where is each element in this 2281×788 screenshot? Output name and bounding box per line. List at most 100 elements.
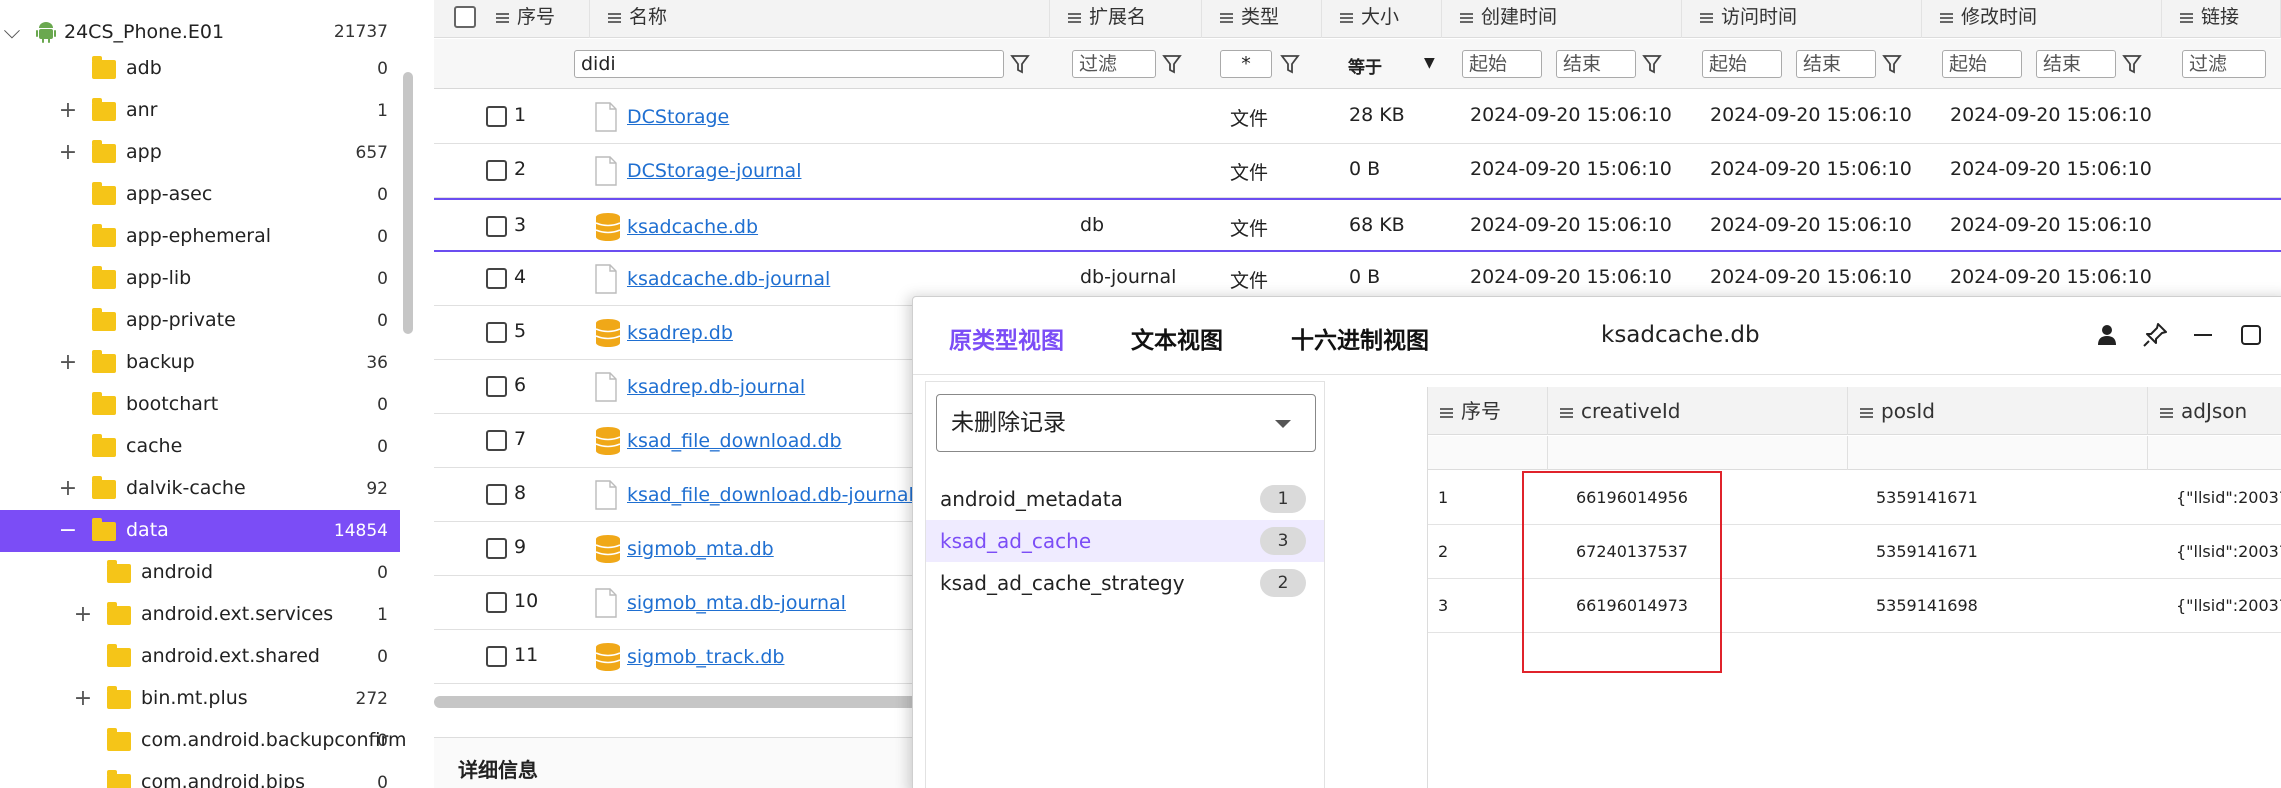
type-filter-input[interactable]: * [1220,50,1272,78]
tree-item[interactable]: app-private 0 [0,300,400,342]
filter-icon[interactable] [2122,53,2142,75]
size-operator-select[interactable]: 等于 [1348,53,1382,78]
row-checkbox[interactable] [486,430,507,451]
menu-icon[interactable] [2180,11,2193,25]
file-name-link[interactable]: ksadrep.db-journal [627,376,805,398]
menu-icon[interactable] [1340,11,1353,25]
file-name-link[interactable]: DCStorage [627,106,729,128]
tree-root[interactable]: ⌵ 24CS_Phone.E01 21737 [0,11,400,53]
row-checkbox[interactable] [486,646,507,667]
row-checkbox[interactable] [486,322,507,343]
file-name-link[interactable]: ksad_file_download.db [627,430,842,452]
row-checkbox[interactable] [486,106,507,127]
column-header-modified[interactable]: 修改时间 [1922,0,2162,38]
tree-item[interactable]: adb 0 [0,48,400,90]
file-name-link[interactable]: sigmob_mta.db [627,538,774,560]
tree-item[interactable]: com.android.bips 0 [0,762,400,788]
name-filter-input[interactable]: didi [574,50,1004,78]
record-row[interactable]: 2 67240137537 5359141671 {"llsid":200379 [1428,525,2281,579]
caret-down-icon[interactable]: ▼ [1424,55,1435,71]
column-header-adjson[interactable]: adJson [2148,387,2281,435]
record-row[interactable]: 3 66196014973 5359141698 {"llsid":200379 [1428,579,2281,633]
accessed-start-input[interactable]: 起始 [1702,50,1782,78]
menu-icon[interactable] [1460,11,1473,25]
table-list-item[interactable]: ksad_ad_cache 3 [926,520,1324,562]
table-row[interactable]: 1 DCStorage 文件 28 KB 2024-09-20 15:06:10 2024… [434,90,2281,144]
record-filter-dropdown[interactable]: 未删除记录 [936,394,1316,452]
minimize-icon[interactable] [2189,321,2217,349]
expand-icon[interactable]: + [73,594,93,636]
expand-icon[interactable]: + [58,468,78,510]
expand-icon[interactable]: + [58,342,78,384]
record-row[interactable]: 1 66196014956 5359141671 {"llsid":200379 [1428,471,2281,525]
row-checkbox[interactable] [486,160,507,181]
menu-icon[interactable] [1940,11,1953,25]
chevron-down-icon[interactable]: ⌵ [2,11,22,53]
tree-item[interactable]: + app 657 [0,132,400,174]
column-header-creativeid[interactable]: creativeId [1548,387,1848,435]
menu-icon[interactable] [1220,11,1233,25]
pin-icon[interactable] [2141,321,2169,349]
row-checkbox[interactable] [486,538,507,559]
menu-icon[interactable] [1860,406,1873,420]
table-list-item[interactable]: android_metadata 1 [926,478,1324,520]
tree-item[interactable]: bootchart 0 [0,384,400,426]
created-end-input[interactable]: 结束 [1556,50,1636,78]
collapse-icon[interactable]: − [58,510,78,552]
row-checkbox[interactable] [486,592,507,613]
tree-item[interactable]: + bin.mt.plus 272 [0,678,400,720]
filter-cell[interactable] [1428,436,1548,470]
column-header-created[interactable]: 创建时间 [1442,0,1682,38]
expand-icon[interactable]: + [58,132,78,174]
file-name-link[interactable]: ksadrep.db [627,322,733,344]
maximize-icon[interactable] [2237,321,2265,349]
file-name-link[interactable]: sigmob_mta.db-journal [627,592,846,614]
horizontal-scrollbar[interactable] [434,696,934,708]
expand-icon[interactable]: + [73,678,93,720]
expand-icon[interactable]: + [58,90,78,132]
column-header-posid[interactable]: posId [1848,387,2148,435]
table-list-item[interactable]: ksad_ad_cache_strategy 2 [926,562,1324,604]
filter-cell[interactable] [1548,436,1848,470]
file-name-link[interactable]: sigmob_track.db [627,646,784,668]
menu-icon[interactable] [1700,11,1713,25]
tree-scrollbar[interactable] [403,72,413,334]
menu-icon[interactable] [496,11,509,25]
filter-cell[interactable] [1848,436,2148,470]
menu-icon[interactable] [608,11,621,25]
menu-icon[interactable] [1068,11,1081,25]
tab-text-view[interactable]: 文本视图 [1131,321,1223,355]
tree-item[interactable]: app-ephemeral 0 [0,216,400,258]
menu-icon[interactable] [1560,406,1573,420]
column-header-index[interactable]: 序号 [478,0,590,38]
file-name-link[interactable]: ksad_file_download.db-journal [627,484,914,506]
tab-native-view[interactable]: 原类型视图 [949,321,1064,355]
column-header-type[interactable]: 类型 [1202,0,1322,38]
tree-item[interactable]: + backup 36 [0,342,400,384]
created-start-input[interactable]: 起始 [1462,50,1542,78]
filter-icon[interactable] [1882,53,1902,75]
select-all-checkbox[interactable] [454,6,476,28]
column-header-link[interactable]: 链接 [2162,0,2281,38]
filter-icon[interactable] [1010,53,1030,75]
tree-item[interactable]: app-asec 0 [0,174,400,216]
tree-item[interactable]: cache 0 [0,426,400,468]
column-header-name[interactable]: 名称 [590,0,1050,38]
table-row[interactable]: 2 DCStorage-journal 文件 0 B 2024-09-20 15:06:… [434,144,2281,198]
tree-item[interactable]: com.android.backupconfirm 0 [0,720,407,762]
extension-filter-input[interactable]: 过滤 [1072,50,1156,78]
column-header-accessed[interactable]: 访问时间 [1682,0,1922,38]
file-name-link[interactable]: ksadcache.db [627,216,758,238]
modified-end-input[interactable]: 结束 [2036,50,2116,78]
tree-item[interactable]: android.ext.shared 0 [0,636,400,678]
column-header-extension[interactable]: 扩展名 [1050,0,1202,38]
link-filter-input[interactable]: 过滤 [2182,50,2266,78]
row-checkbox[interactable] [486,484,507,505]
tree-item[interactable]: + anr 1 [0,90,400,132]
tab-hex-view[interactable]: 十六进制视图 [1291,321,1429,355]
tree-item[interactable]: − data 14854 [0,510,400,552]
column-header-size[interactable]: 大小 [1322,0,1442,38]
modified-start-input[interactable]: 起始 [1942,50,2022,78]
tree-item[interactable]: app-lib 0 [0,258,400,300]
tree-item[interactable]: + dalvik-cache 92 [0,468,400,510]
